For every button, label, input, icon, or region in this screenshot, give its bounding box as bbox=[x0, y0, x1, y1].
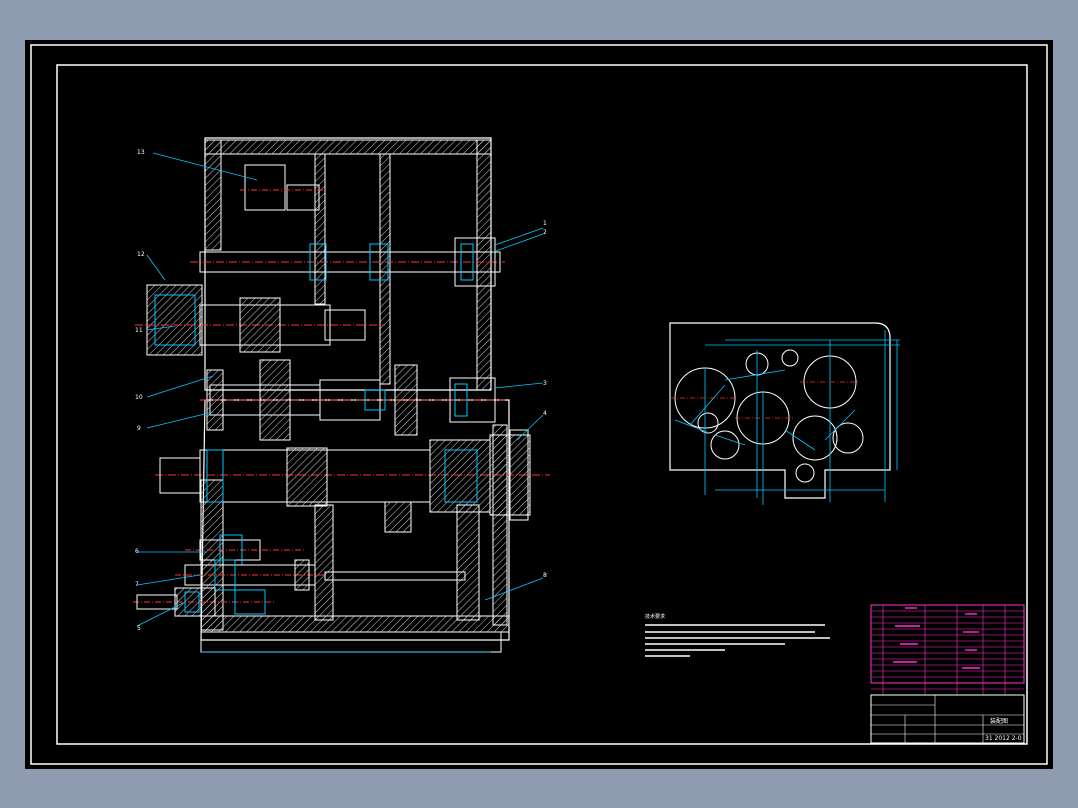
housing-rib-low2 bbox=[456, 504, 480, 621]
balloon-7: 7 bbox=[135, 581, 139, 588]
base-feet bbox=[200, 631, 502, 653]
title-block: 装配图 31 2012 2-0 bbox=[870, 694, 1025, 744]
housing-wall-left-top bbox=[204, 139, 222, 251]
gear-layout-view bbox=[669, 322, 900, 505]
balloon-6: 6 bbox=[135, 548, 139, 555]
housing-wall-top bbox=[204, 139, 492, 155]
drawing-number: 31 2012 2-0 bbox=[985, 735, 1022, 742]
notes-lines bbox=[645, 624, 830, 657]
layout-centerlines bbox=[670, 381, 860, 419]
technical-notes: 技术要求 bbox=[645, 613, 830, 657]
shaft-1 bbox=[190, 237, 505, 287]
housing-rib-mid1 bbox=[314, 153, 326, 305]
balloon-9: 9 bbox=[137, 425, 141, 432]
drawing-sheet: 13 12 11 10 9 1 2 3 4 5 6 7 8 技术要求 装配图 3… bbox=[25, 40, 1053, 769]
parts-list-table bbox=[870, 604, 1025, 695]
gearbox-section-drawing: 13 12 11 10 9 1 2 3 4 5 6 7 8 bbox=[133, 137, 550, 653]
drawing-name: 装配图 bbox=[990, 717, 1008, 725]
balloon-3: 3 bbox=[543, 380, 547, 387]
housing-wall-right bbox=[476, 139, 492, 391]
balloon-1: 1 bbox=[543, 220, 547, 227]
layout-dimensions bbox=[674, 330, 900, 505]
balloon-10: 10 bbox=[135, 394, 143, 401]
balloon-13: 13 bbox=[137, 149, 145, 156]
balloon-5: 5 bbox=[137, 625, 141, 632]
balloon-2: 2 bbox=[543, 229, 547, 236]
cad-drawing: 13 12 11 10 9 1 2 3 4 5 6 7 8 技术要求 装配图 3… bbox=[30, 44, 1048, 765]
outer-frame bbox=[30, 44, 1048, 765]
lower-shafts bbox=[133, 534, 466, 617]
top-gear-block bbox=[244, 164, 286, 211]
balloon-12: 12 bbox=[137, 251, 145, 258]
balloon-8: 8 bbox=[543, 572, 547, 579]
pulley-assembly bbox=[135, 284, 385, 356]
balloon-11: 11 bbox=[135, 327, 143, 334]
gear-circles bbox=[674, 349, 864, 483]
notes-heading: 技术要求 bbox=[645, 613, 665, 620]
inner-frame bbox=[56, 64, 1028, 745]
top-gear-block-inner bbox=[286, 184, 320, 211]
balloon-4: 4 bbox=[543, 410, 547, 417]
housing-rib-low1 bbox=[314, 504, 334, 621]
